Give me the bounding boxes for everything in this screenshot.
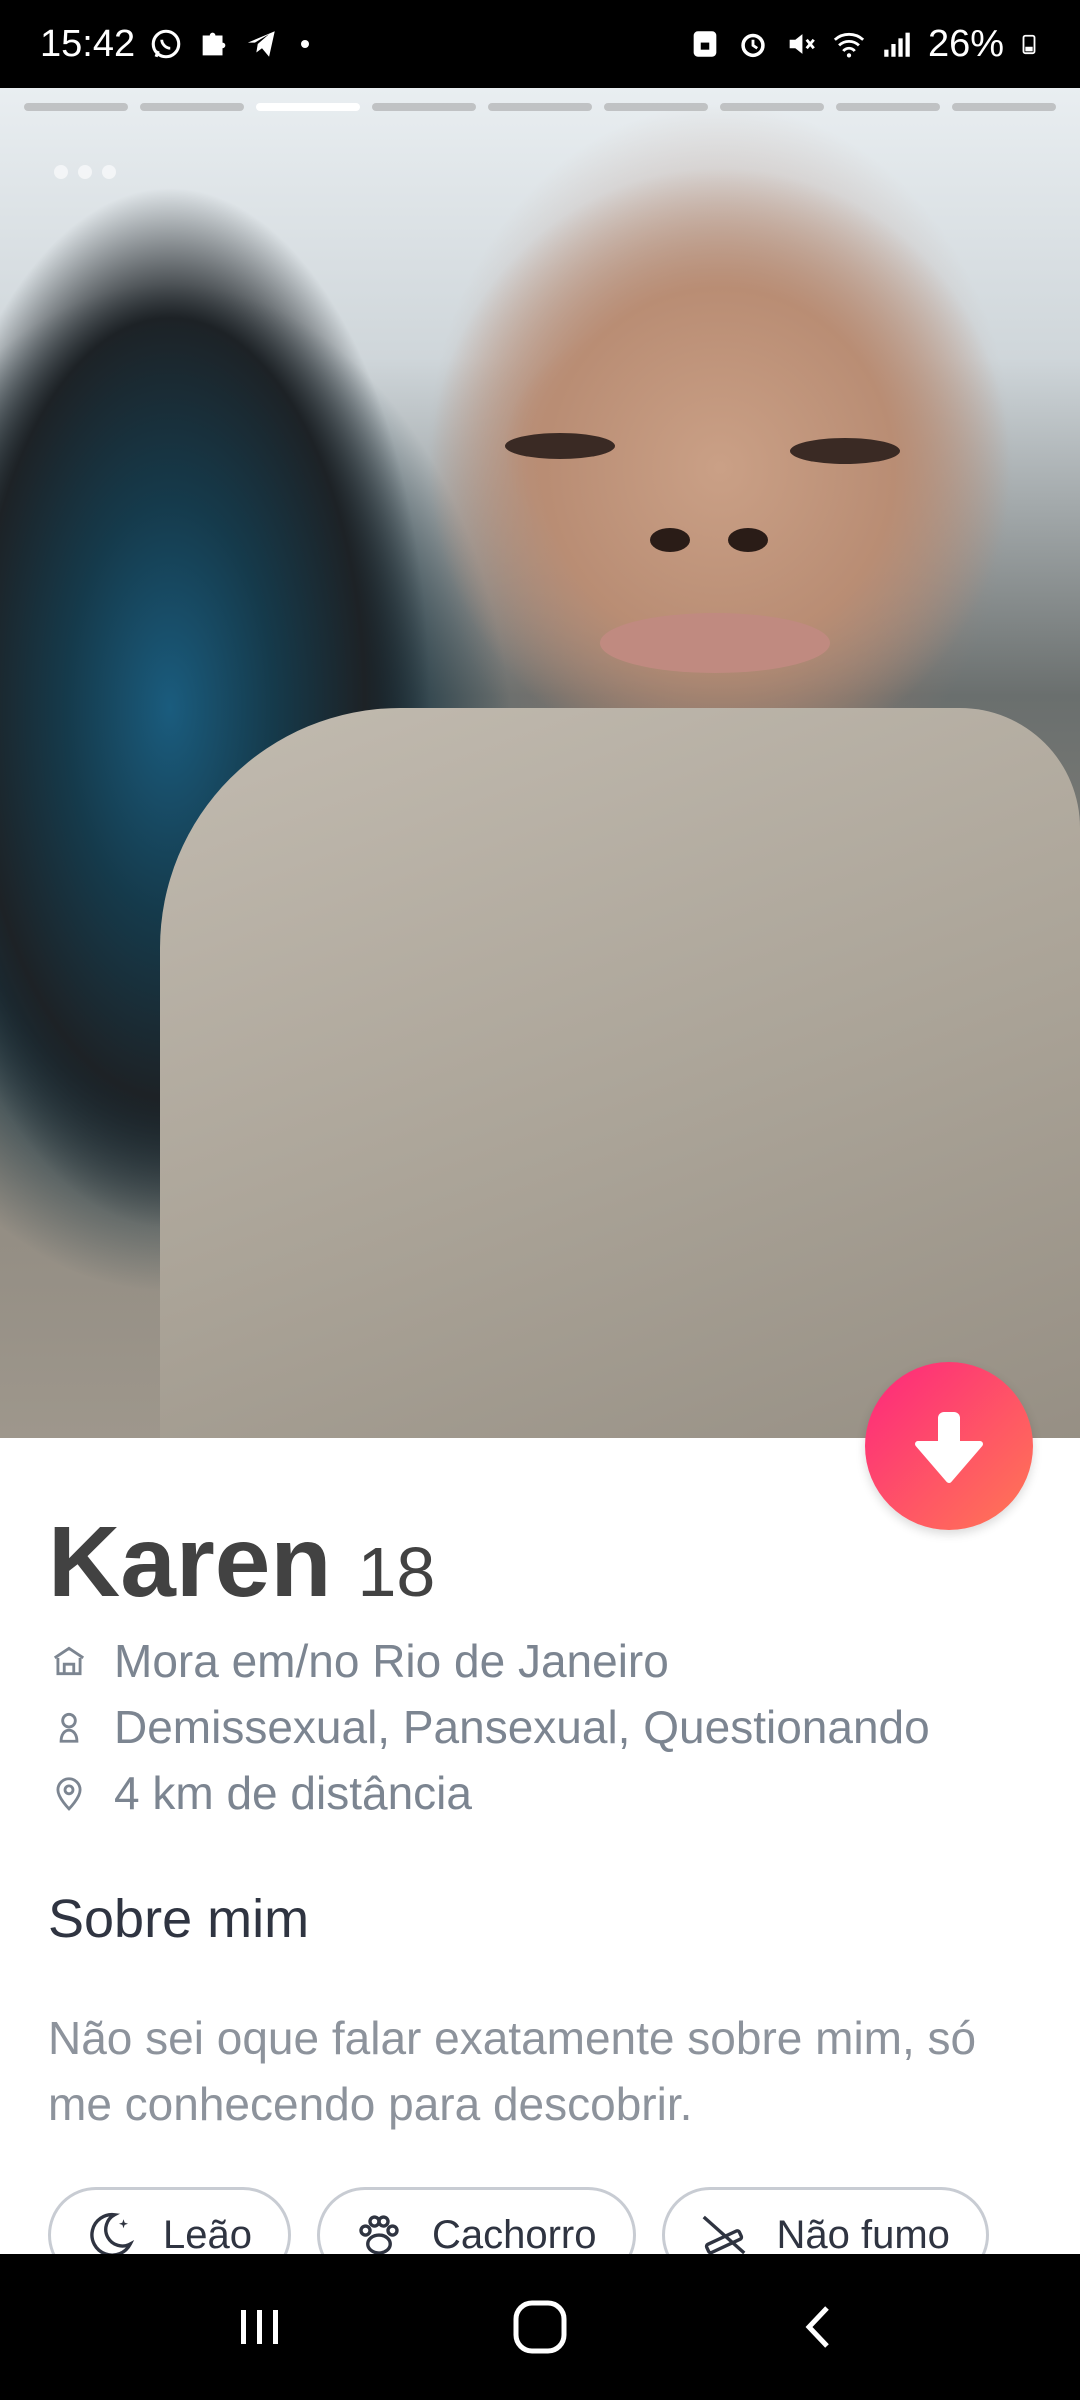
puzzle-icon bbox=[202, 32, 226, 56]
collapse-profile-button[interactable] bbox=[865, 1362, 1033, 1530]
progress-segment bbox=[140, 103, 244, 111]
arrow-down-icon bbox=[915, 1412, 983, 1483]
profile-name: Karen bbox=[48, 1506, 332, 1618]
home-button[interactable] bbox=[500, 2287, 580, 2367]
dot-icon bbox=[301, 40, 310, 48]
progress-segment bbox=[720, 103, 824, 111]
progress-segment-active bbox=[256, 103, 360, 111]
about-section-title: Sobre mim bbox=[48, 1889, 310, 1949]
profile-details: Mora em/no Rio de Janeiro Demissexual, P… bbox=[50, 1628, 930, 1826]
person-icon bbox=[50, 1708, 88, 1746]
alarm-icon bbox=[741, 33, 765, 58]
detail-location-home: Mora em/no Rio de Janeiro bbox=[50, 1628, 930, 1694]
more-options-icon[interactable] bbox=[54, 165, 116, 179]
detail-orientation: Demissexual, Pansexual, Questionando bbox=[50, 1694, 930, 1760]
lock-icon bbox=[693, 31, 717, 57]
profile-photo[interactable] bbox=[0, 88, 1080, 1438]
system-nav-bar bbox=[0, 2254, 1080, 2400]
progress-segment bbox=[24, 103, 128, 111]
battery-icon bbox=[1022, 34, 1036, 55]
wifi-icon bbox=[833, 32, 865, 58]
location-pin-icon bbox=[50, 1774, 88, 1812]
clock: 15:42 bbox=[40, 22, 136, 65]
profile-age: 18 bbox=[357, 1533, 436, 1611]
progress-segment bbox=[488, 103, 592, 111]
home-icon bbox=[50, 1642, 88, 1680]
progress-segment bbox=[604, 103, 708, 111]
about-bio: Não sei oque falar exatamente sobre mim,… bbox=[48, 2012, 977, 2130]
whatsapp-icon bbox=[151, 29, 181, 59]
telegram-icon bbox=[247, 31, 275, 57]
back-chevron-icon bbox=[805, 2306, 829, 2348]
detail-distance: 4 km de distância bbox=[50, 1760, 930, 1826]
mute-icon bbox=[789, 34, 815, 54]
progress-segment bbox=[952, 103, 1056, 111]
photo-progress-bar bbox=[24, 103, 1056, 111]
progress-segment bbox=[372, 103, 476, 111]
recent-apps-icon bbox=[241, 2310, 278, 2344]
signal-icon bbox=[884, 32, 910, 57]
name-age-row: Karen 18 bbox=[48, 1505, 435, 1620]
home-circle-icon bbox=[513, 2300, 567, 2354]
status-bar: 15:42 26% bbox=[0, 0, 1080, 88]
recent-apps-button[interactable] bbox=[220, 2287, 300, 2367]
progress-segment bbox=[836, 103, 940, 111]
back-button[interactable] bbox=[780, 2287, 860, 2367]
battery-percent: 26% bbox=[927, 22, 1004, 65]
